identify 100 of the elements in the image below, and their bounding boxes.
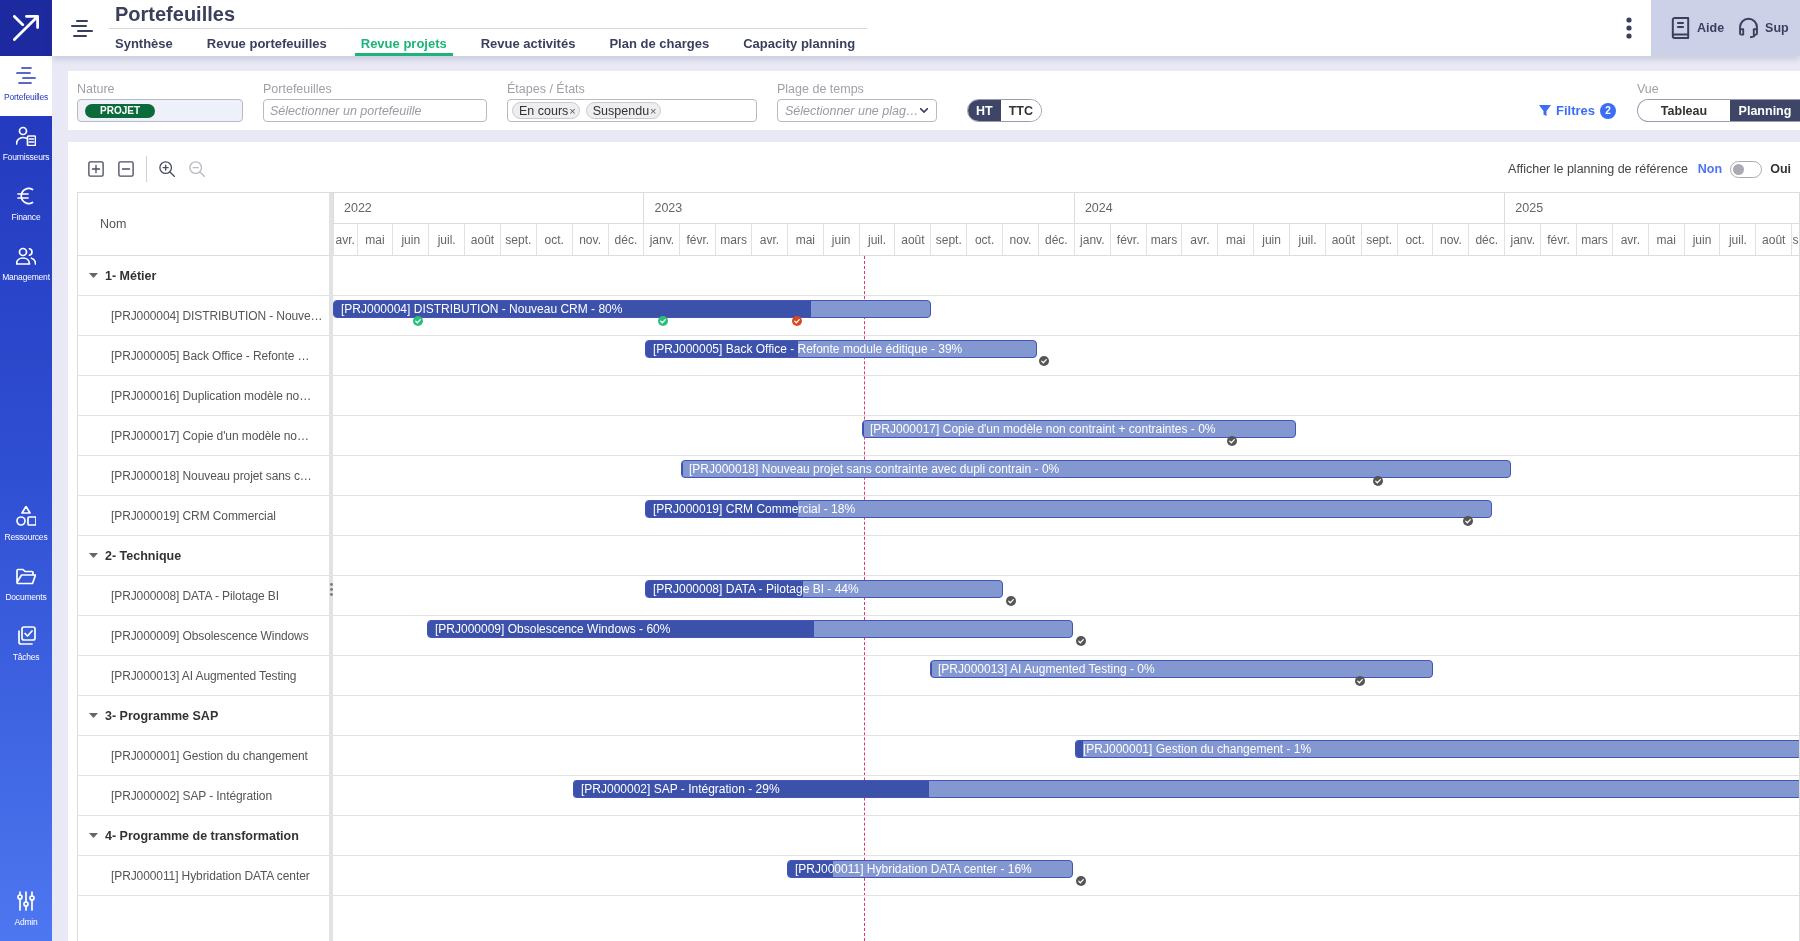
portfolio-field[interactable]: Sélectionner un portefeuille (263, 99, 487, 122)
project-name[interactable]: [PRJ000004] DISTRIBUTION - Nouve… (111, 308, 323, 323)
sidebar-item[interactable]: Ressources (0, 496, 52, 556)
month-label: avr. (1620, 232, 1640, 247)
sidebar-item[interactable]: Tâches (0, 616, 52, 676)
month-label: s (1792, 232, 1799, 247)
tab[interactable]: Plan de charges (603, 29, 716, 56)
group-label[interactable]: 4- Programme de transformation (105, 828, 299, 843)
checkbox-icon (16, 626, 36, 646)
book-icon (1671, 17, 1690, 39)
milestone-check-icon[interactable] (1005, 596, 1016, 606)
tab[interactable]: Revue portefeuilles (200, 29, 333, 56)
tab[interactable]: Capacity planning (737, 29, 862, 56)
nature-tag: PROJET (85, 103, 155, 118)
drag-handle-icon[interactable] (329, 583, 333, 596)
milestone-check-icon[interactable] (1227, 436, 1237, 446)
help-button[interactable]: Aide (1671, 17, 1725, 39)
bar-label: [PRJ000019] CRM Commercial - 18% (652, 502, 856, 516)
nature-field[interactable]: PROJET (77, 99, 243, 122)
sidebar-item[interactable]: Documents (0, 556, 52, 616)
caret-down-icon[interactable] (89, 713, 98, 718)
status-field[interactable]: En cours× Suspendu× (507, 99, 757, 122)
remove-chip-button[interactable]: × (650, 104, 657, 117)
project-name[interactable]: [PRJ000011] Hybridation DATA center (111, 868, 310, 883)
currency-option[interactable]: HT (968, 100, 1001, 121)
caret-down-icon[interactable] (89, 273, 98, 278)
chip-label: En cours (519, 103, 569, 118)
project-name[interactable]: [PRJ000002] SAP - Intégration (111, 788, 272, 803)
month-label: juin (401, 232, 421, 247)
gantt-bar[interactable]: [PRJ000008] DATA - Pilotage BI - 44% (645, 580, 1003, 598)
sidebar-item[interactable]: Finance (0, 176, 52, 236)
group-label[interactable]: 3- Programme SAP (105, 708, 219, 723)
milestone-check-icon[interactable] (1463, 516, 1473, 526)
tab[interactable]: Revue activités (474, 29, 582, 56)
month-label: mars (720, 232, 747, 247)
arrow-logo-icon (13, 15, 39, 41)
view-option[interactable]: Planning (1730, 100, 1800, 121)
year-label: 2024 (1084, 201, 1113, 215)
bar-label: [PRJ000011] Hybridation DATA center - 16% (794, 862, 1032, 876)
field-label: Vue (1637, 82, 1660, 96)
month-label: nov. (1440, 232, 1462, 247)
project-name[interactable]: [PRJ000018] Nouveau projet sans c… (111, 468, 312, 483)
milestone-check-icon[interactable] (1372, 476, 1383, 486)
year-label: 2022 (344, 201, 372, 215)
project-name[interactable]: [PRJ000017] Copie d'un modèle no… (111, 428, 309, 443)
field-label: Portefeuilles (263, 82, 333, 96)
milestone-check-icon[interactable] (1075, 876, 1086, 886)
project-name[interactable]: [PRJ000013] AI Augmented Testing (111, 668, 297, 683)
group-label[interactable]: 1- Métier (105, 268, 157, 283)
gantt-bar[interactable]: [PRJ000002] SAP - Intégration - 29% (573, 780, 1799, 798)
sidebar-item[interactable]: Portefeuilles (0, 56, 52, 116)
project-name[interactable]: [PRJ000008] DATA - Pilotage BI (111, 588, 279, 603)
month-label: oct. (1405, 232, 1425, 247)
filters-button[interactable]: Filtres 2 (1539, 99, 1616, 122)
project-name[interactable]: [PRJ000019] CRM Commercial (111, 508, 276, 523)
gantt-bar[interactable]: [PRJ000009] Obsolescence Windows - 60% (427, 620, 1073, 638)
collapse-all-button[interactable] (115, 158, 137, 180)
project-name[interactable]: [PRJ000001] Gestion du changement (111, 748, 308, 763)
project-name[interactable]: [PRJ000016] Duplication modèle no… (111, 388, 312, 403)
menu-icon (71, 19, 93, 37)
gantt-bar[interactable]: [PRJ000019] CRM Commercial - 18% (645, 500, 1492, 518)
sidebar-item[interactable]: Fournisseurs (0, 116, 52, 176)
month-label: nov. (579, 232, 601, 247)
milestone-check-icon[interactable] (413, 316, 423, 326)
year-label: 2025 (1515, 201, 1544, 215)
sidebar-item[interactable]: Management (0, 236, 52, 296)
tab[interactable]: Synthèse (109, 29, 179, 56)
headset-icon (1739, 17, 1759, 39)
remove-chip-button[interactable]: × (569, 104, 576, 117)
reference-toggle[interactable] (1730, 160, 1763, 178)
zoom-out-icon (189, 161, 205, 177)
milestone-check-icon[interactable] (1039, 356, 1049, 366)
expand-all-button[interactable] (85, 158, 107, 180)
milestone-check-icon[interactable] (658, 316, 668, 326)
gantt-bar[interactable]: [PRJ000005] Back Office - Refonte module éditique - 39% (645, 340, 1037, 358)
zoom-in-button[interactable] (156, 158, 178, 180)
month-label: juil. (1298, 232, 1317, 247)
logo-tile[interactable] (0, 0, 52, 56)
bar-label: [PRJ000009] Obsolescence Windows - 60% (434, 622, 671, 636)
support-button[interactable]: Sup (1739, 17, 1789, 39)
folder-icon (16, 566, 36, 586)
field-label: Plage de temps (777, 82, 865, 96)
milestone-check-icon[interactable] (1354, 676, 1365, 686)
month-label: avr. (335, 232, 355, 247)
month-label: août (1331, 232, 1355, 247)
sidebar-item[interactable]: Admin (0, 881, 52, 941)
month-label: mai (1226, 232, 1246, 247)
gantt-bar[interactable]: [PRJ000004] DISTRIBUTION - Nouveau CRM - 80% (333, 300, 931, 318)
milestone-check-icon[interactable] (792, 316, 802, 326)
month-label: mars (1581, 232, 1608, 247)
group-label[interactable]: 2- Technique (105, 548, 182, 563)
year-label: 2023 (654, 201, 683, 215)
caret-down-icon[interactable] (89, 553, 98, 558)
field-label: Étapes / États (507, 82, 586, 96)
month-label: août (901, 232, 925, 247)
more-vertical-icon (1626, 17, 1632, 39)
caret-down-icon[interactable] (89, 833, 98, 838)
project-name[interactable]: [PRJ000005] Back Office - Refonte … (111, 348, 310, 363)
project-name[interactable]: [PRJ000009] Obsolescence Windows (111, 628, 309, 643)
milestone-check-icon[interactable] (1075, 636, 1086, 646)
